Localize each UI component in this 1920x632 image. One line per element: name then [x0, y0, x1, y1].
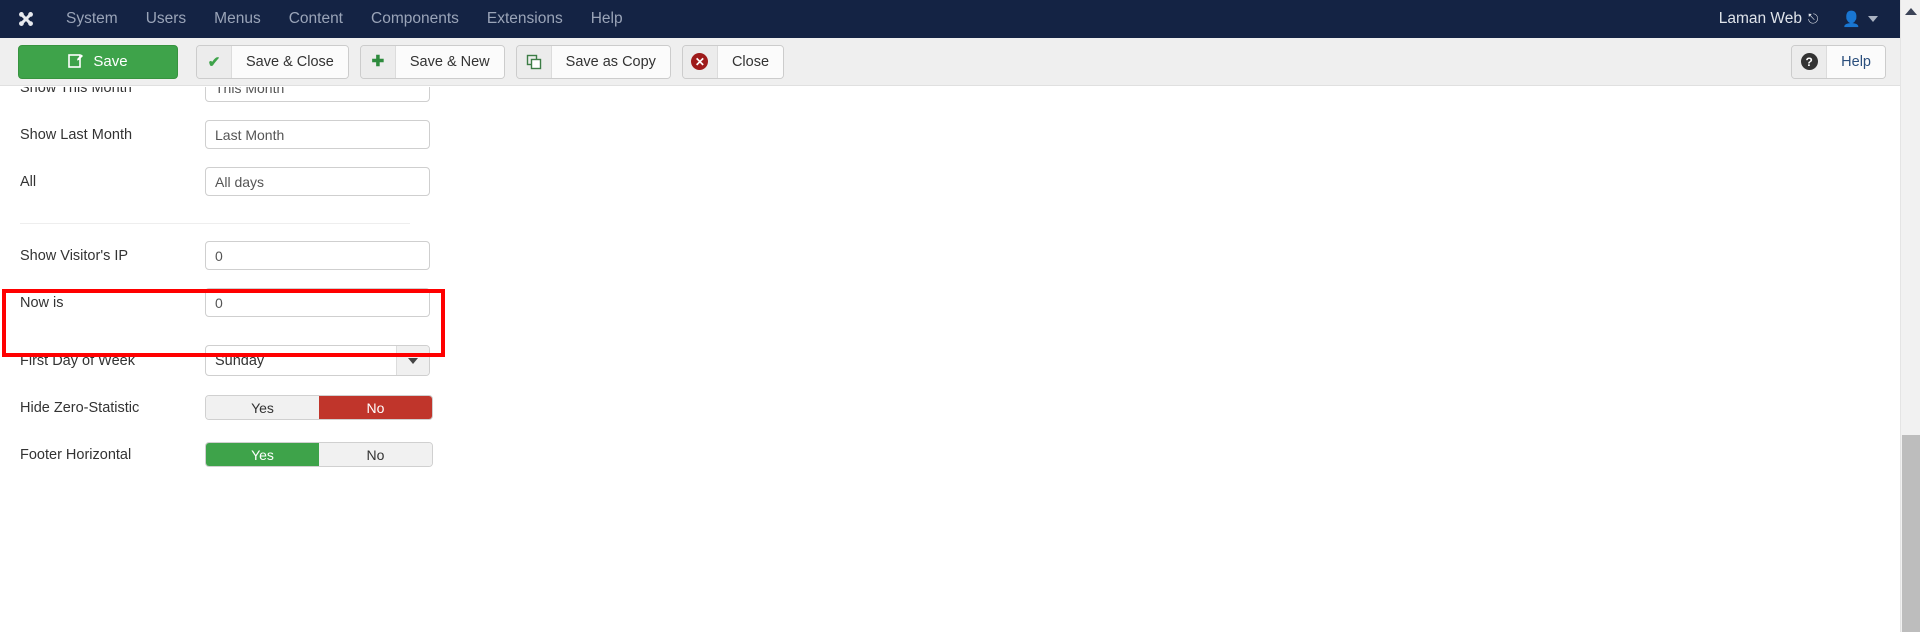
- field-label-now-is: Now is: [20, 294, 64, 311]
- save-close-button[interactable]: ✔ Save & Close: [196, 44, 349, 79]
- question-circle-icon: ?: [1792, 45, 1828, 78]
- save-close-button-label: Save & Close: [232, 45, 348, 78]
- close-circle-icon: ✕: [682, 45, 718, 78]
- edit-pencil-icon: [68, 52, 84, 72]
- external-link-icon: ⎋: [1808, 11, 1819, 26]
- field-label-all: All: [20, 173, 37, 190]
- user-menu-button[interactable]: 👤: [1828, 10, 1894, 28]
- settings-form: Show This Month Show Last Month All Show…: [0, 87, 1900, 632]
- site-name-label: Laman Web: [1718, 10, 1803, 27]
- save-button-label: Save: [93, 53, 128, 70]
- field-input-show-visitors-ip[interactable]: [205, 241, 430, 270]
- admin-top-bar: System Users Menus Content Components Ex…: [0, 0, 1900, 38]
- form-row-show-this-month: Show This Month: [0, 87, 1900, 111]
- form-row-hide-zero-statistic: Hide Zero-Statistic Yes No: [0, 384, 1900, 431]
- field-label-first-day-of-week: First Day of Week: [20, 352, 135, 369]
- field-select-first-day-of-week[interactable]: Sunday: [205, 345, 430, 376]
- field-select-value-first-day-of-week: Sunday: [215, 352, 265, 369]
- field-toggle-hide-zero-statistic[interactable]: Yes No: [205, 395, 433, 420]
- main-nav: System Users Menus Content Components Ex…: [52, 0, 637, 38]
- save-new-button[interactable]: ✚ Save & New: [359, 44, 505, 79]
- joomla-logo-icon[interactable]: [0, 0, 52, 38]
- field-label-show-this-month: Show This Month: [20, 87, 132, 96]
- form-row-all: All: [0, 158, 1900, 205]
- chevron-down-icon[interactable]: [396, 346, 429, 375]
- chevron-down-icon: [1868, 16, 1878, 22]
- form-row-show-last-month: Show Last Month: [0, 111, 1900, 158]
- editor-toolbar: Save ✔ Save & Close ✚ Save & New Save as…: [0, 38, 1900, 86]
- close-button-label: Close: [717, 45, 784, 78]
- scrollbar-thumb[interactable]: [1902, 435, 1920, 632]
- save-button[interactable]: Save: [18, 44, 178, 79]
- field-label-hide-zero-statistic: Hide Zero-Statistic: [20, 399, 140, 416]
- field-label-show-last-month: Show Last Month: [20, 126, 133, 143]
- nav-item-extensions[interactable]: Extensions: [473, 0, 577, 38]
- help-button[interactable]: ? Help: [1791, 44, 1886, 79]
- page-scrollbar[interactable]: [1900, 0, 1920, 632]
- admin-page: System Users Menus Content Components Ex…: [0, 0, 1920, 632]
- admin-bar-right: Laman Web ⎋ 👤: [1709, 0, 1900, 38]
- toggle-option-yes[interactable]: Yes: [206, 396, 319, 419]
- field-input-now-is[interactable]: [205, 288, 430, 317]
- field-toggle-footer-horizontal[interactable]: Yes No: [205, 442, 433, 467]
- field-input-show-this-month[interactable]: [205, 87, 430, 102]
- field-input-show-last-month[interactable]: [205, 120, 430, 149]
- field-input-all[interactable]: [205, 167, 430, 196]
- nav-item-components[interactable]: Components: [357, 0, 473, 38]
- plus-icon: ✚: [360, 45, 396, 78]
- toggle-option-no[interactable]: No: [319, 396, 432, 419]
- field-label-show-visitors-ip: Show Visitor's IP: [20, 247, 129, 264]
- nav-item-content[interactable]: Content: [275, 0, 357, 38]
- form-row-show-visitors-ip: Show Visitor's IP: [0, 232, 1900, 279]
- toggle-option-no[interactable]: No: [319, 443, 432, 466]
- save-as-copy-button[interactable]: Save as Copy: [515, 44, 671, 79]
- close-button[interactable]: ✕ Close: [681, 44, 785, 79]
- form-row-first-day-of-week: First Day of Week Sunday: [0, 337, 1900, 384]
- save-as-copy-button-label: Save as Copy: [551, 45, 670, 78]
- check-icon: ✔: [197, 45, 232, 78]
- nav-item-menus[interactable]: Menus: [200, 0, 275, 38]
- nav-item-help[interactable]: Help: [577, 0, 637, 38]
- section-divider: [20, 223, 410, 224]
- site-name-link[interactable]: Laman Web ⎋: [1709, 10, 1829, 28]
- form-row-now-is: Now is: [0, 279, 1900, 326]
- help-button-label: Help: [1827, 45, 1885, 78]
- toggle-option-yes[interactable]: Yes: [206, 443, 319, 466]
- nav-item-system[interactable]: System: [52, 0, 132, 38]
- copy-icon: [516, 45, 552, 78]
- save-new-button-label: Save & New: [395, 45, 504, 78]
- nav-item-users[interactable]: Users: [132, 0, 200, 38]
- field-label-footer-horizontal: Footer Horizontal: [20, 446, 132, 463]
- scroll-up-arrow-icon[interactable]: [1901, 0, 1920, 20]
- form-row-footer-horizontal: Footer Horizontal Yes No: [0, 431, 1900, 478]
- user-icon: 👤: [1842, 11, 1861, 28]
